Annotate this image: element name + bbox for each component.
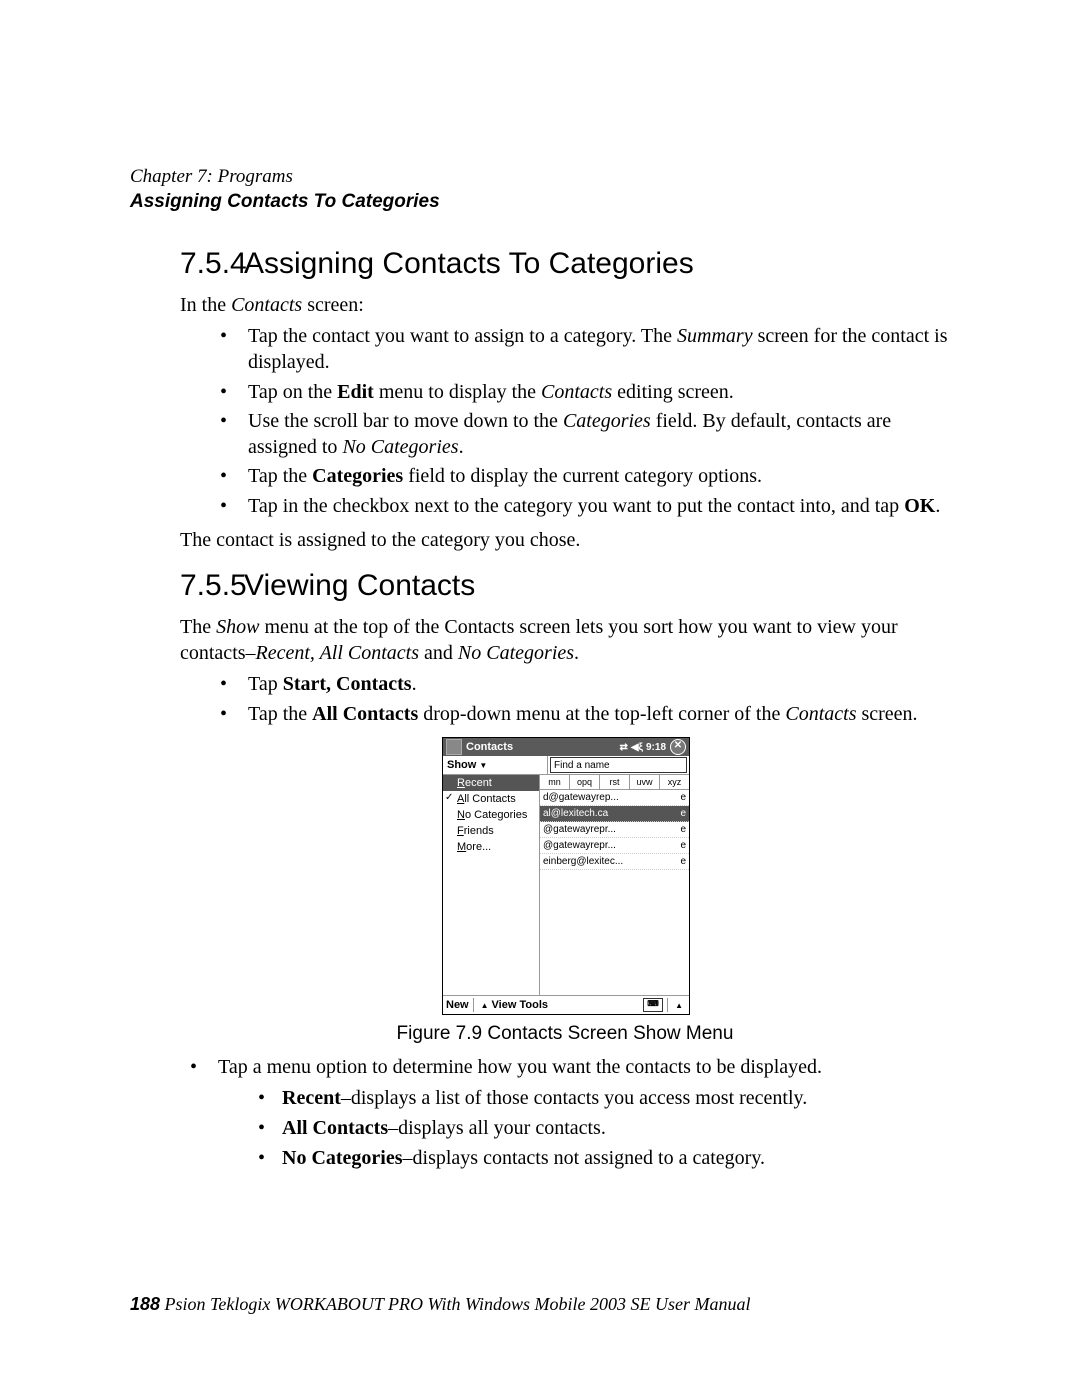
alpha-tabs: mn opq rst uvw xyz (540, 775, 689, 790)
menu-item-friends[interactable]: Friends (443, 823, 539, 839)
clock-label: 9:18 (646, 742, 666, 753)
heading-754-num: 7.5.4 (180, 247, 244, 281)
bullet-754-5: Tap in the checkbox next to the category… (220, 494, 950, 520)
figure-7-9: Contacts ⇄ ◀ξ 9:18 ✕ Show▼ Find a name (442, 737, 688, 1015)
page-number: 188 (130, 1294, 160, 1314)
list-item[interactable]: einberg@lexitec...e (540, 854, 689, 870)
menu-item-no-categories[interactable]: No Categories (443, 807, 539, 823)
sub-bullets-755: Recent–displays a list of those contacts… (258, 1085, 950, 1171)
sub-bullet-nocat: No Categories–displays contacts not assi… (258, 1145, 950, 1171)
device-body: Recent All Contacts No Categories Friend… (443, 775, 689, 995)
show-menu: Recent All Contacts No Categories Friend… (443, 775, 540, 995)
device-bottombar: New ▲ View Tools ⌨ ▲ (443, 995, 689, 1014)
intro-754: In the Contacts screen: (180, 293, 950, 319)
tools-button[interactable]: Tools (519, 999, 548, 1011)
bullet-754-1: Tap the contact you want to assign to a … (220, 324, 950, 375)
bullets-755a: Tap Start, Contacts. Tap the All Contact… (220, 672, 950, 727)
show-dropdown[interactable]: Show▼ (443, 756, 548, 774)
outro-754: The contact is assigned to the category … (180, 528, 950, 554)
app-title: Contacts (466, 741, 513, 753)
new-button[interactable]: New (446, 999, 469, 1011)
sub-bullet-recent: Recent–displays a list of those contacts… (258, 1085, 950, 1111)
bullets-754: Tap the contact you want to assign to a … (220, 324, 950, 519)
list-item[interactable]: d@gatewayrep...e (540, 790, 689, 806)
page-footer: 188 Psion Teklogix WORKABOUT PRO With Wi… (130, 1294, 751, 1315)
content: 7.5.4Assigning Contacts To Categories In… (180, 247, 950, 1171)
sub-bullet-all: All Contacts–displays all your contacts. (258, 1115, 950, 1141)
running-header-chapter: Chapter 7: Programs (130, 165, 950, 189)
chevron-up-icon[interactable]: ▲ (481, 1001, 489, 1010)
page: Chapter 7: Programs Assigning Contacts T… (0, 0, 1080, 1397)
close-icon[interactable]: ✕ (670, 739, 686, 755)
bullet-755-1: Tap Start, Contacts. (220, 672, 950, 698)
alpha-tab[interactable]: rst (600, 775, 630, 789)
bullet-754-2: Tap on the Edit menu to display the Cont… (220, 380, 950, 406)
view-button[interactable]: View (492, 999, 517, 1011)
device-titlebar: Contacts ⇄ ◀ξ 9:18 ✕ (443, 738, 689, 756)
figure-caption: Figure 7.9 Contacts Screen Show Menu (180, 1023, 950, 1045)
footer-text: Psion Teklogix WORKABOUT PRO With Window… (160, 1294, 750, 1314)
menu-item-recent[interactable]: Recent (443, 775, 539, 791)
alpha-tab[interactable]: xyz (660, 775, 689, 789)
device-right: mn opq rst uvw xyz d@gatewayrep...e al@l… (540, 775, 689, 995)
volume-icon: ◀ξ (631, 742, 643, 753)
heading-755-num: 7.5.5 (180, 569, 244, 603)
para-755-1: The Show menu at the top of the Contacts… (180, 615, 950, 666)
chevron-down-icon: ▼ (479, 761, 487, 770)
menu-item-more[interactable]: More... (443, 839, 539, 855)
list-item[interactable]: @gatewayrepr...e (540, 822, 689, 838)
chevron-up-icon[interactable]: ▲ (675, 1001, 683, 1010)
bullet-754-3: Use the scroll bar to move down to the C… (220, 409, 950, 460)
alpha-tab[interactable]: uvw (630, 775, 660, 789)
heading-754-title: Assigning Contacts To Categories (244, 247, 694, 280)
bullet-755-post: Tap a menu option to determine how you w… (190, 1055, 950, 1171)
contacts-list: d@gatewayrep...e al@lexitech.cae @gatewa… (540, 790, 689, 870)
menu-item-all-contacts[interactable]: All Contacts (443, 791, 539, 807)
keyboard-icon[interactable]: ⌨ (643, 998, 663, 1012)
running-header-section: Assigning Contacts To Categories (130, 191, 950, 213)
bullet-755-2: Tap the All Contacts drop-down menu at t… (220, 702, 950, 728)
bullet-754-4: Tap the Categories field to display the … (220, 464, 950, 490)
list-item[interactable]: @gatewayrepr...e (540, 838, 689, 854)
device-toolbar: Show▼ Find a name (443, 756, 689, 775)
heading-755: 7.5.5Viewing Contacts (180, 569, 950, 603)
connectivity-icon: ⇄ (619, 742, 627, 753)
list-item[interactable]: al@lexitech.cae (540, 806, 689, 822)
alpha-tab[interactable]: opq (570, 775, 600, 789)
heading-754: 7.5.4Assigning Contacts To Categories (180, 247, 950, 281)
find-name-input[interactable]: Find a name (550, 757, 687, 773)
heading-755-title: Viewing Contacts (244, 569, 475, 602)
start-icon[interactable] (446, 739, 462, 755)
device-screenshot: Contacts ⇄ ◀ξ 9:18 ✕ Show▼ Find a name (442, 737, 690, 1015)
bullets-755b: Tap a menu option to determine how you w… (190, 1055, 950, 1171)
alpha-tab[interactable]: mn (540, 775, 570, 789)
